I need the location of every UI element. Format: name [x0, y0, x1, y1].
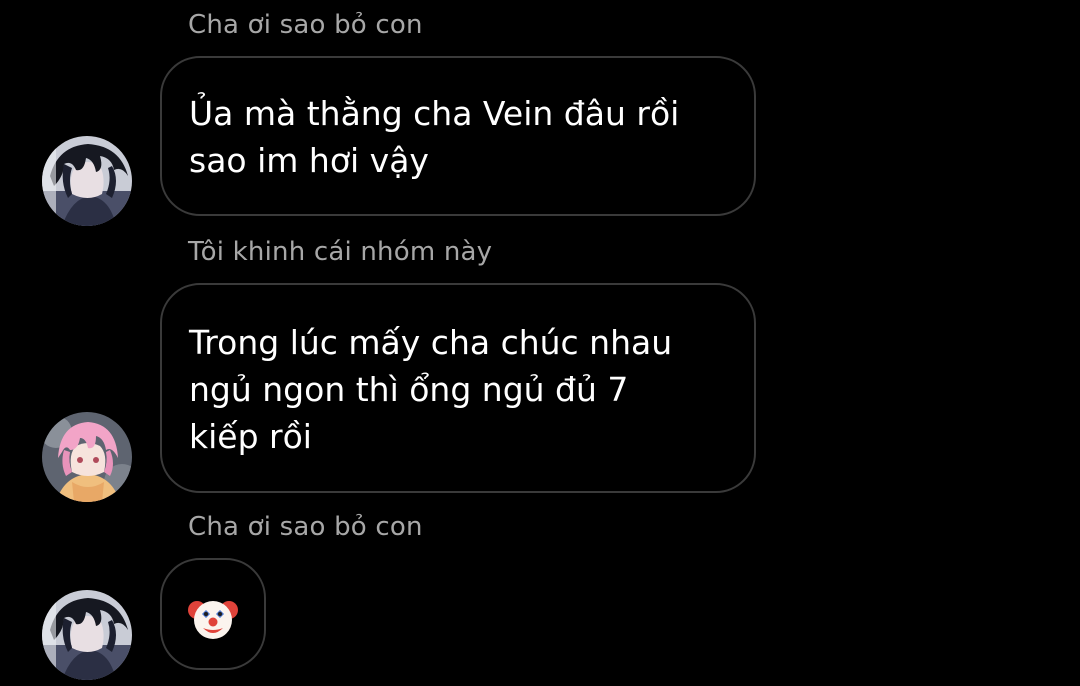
- dark-haired-anime-avatar-icon: [42, 136, 132, 226]
- clown-face-emoji-icon: [188, 601, 238, 639]
- dark-haired-anime-avatar-icon: [42, 590, 132, 680]
- sender-name: Cha ơi sao bỏ con: [188, 512, 423, 542]
- chat-thread: Cha ơi sao bỏ con Ủa mà thằng cha Vein đ…: [0, 0, 1080, 686]
- message-bubble[interactable]: [160, 558, 266, 670]
- message-bubble[interactable]: Ủa mà thằng cha Vein đâu rồi sao im hơi …: [160, 56, 756, 216]
- avatar[interactable]: [42, 412, 132, 502]
- message-bubble[interactable]: Trong lúc mấy cha chúc nhau ngủ ngon thì…: [160, 283, 756, 493]
- avatar[interactable]: [42, 136, 132, 226]
- avatar[interactable]: [42, 590, 132, 680]
- message-text: Ủa mà thằng cha Vein đâu rồi sao im hơi …: [189, 94, 680, 180]
- sender-name: Tôi khinh cái nhóm này: [188, 237, 493, 267]
- pink-haired-anime-avatar-icon: [42, 412, 132, 502]
- sender-name: Cha ơi sao bỏ con: [188, 10, 423, 40]
- message-text: Trong lúc mấy cha chúc nhau ngủ ngon thì…: [189, 323, 673, 456]
